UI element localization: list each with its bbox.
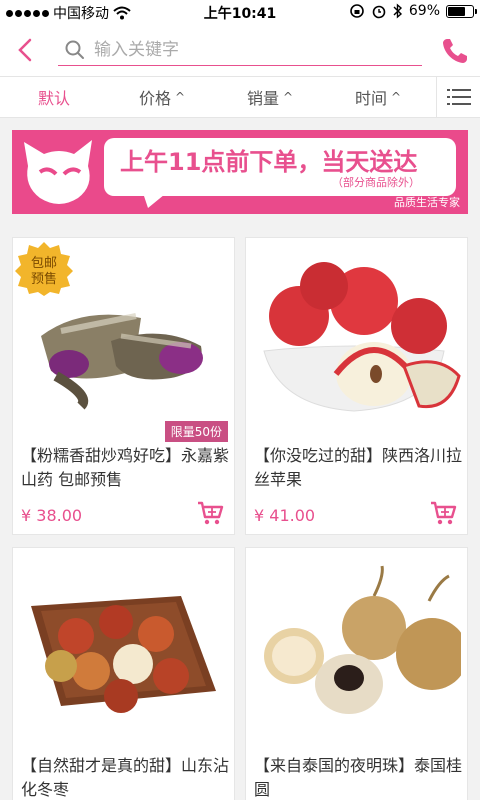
cart-icon[interactable] xyxy=(196,500,224,526)
back-icon[interactable] xyxy=(12,34,42,66)
product-card[interactable]: 【来自泰国的夜明珠】泰国桂圆 xyxy=(245,547,468,800)
sort-tab-time[interactable]: 时间 ^ xyxy=(324,85,432,109)
promo-banner[interactable]: 上午11点前下单，当天送达 （部分商品除外） 品质生活专家 xyxy=(12,130,468,214)
search-icon xyxy=(65,40,84,59)
product-title: 【来自泰国的夜明珠】泰国桂圆 xyxy=(254,756,463,799)
status-bar: 中国移动 上午10:41 69% xyxy=(0,0,480,24)
sort-bar: 默认 价格 ^ 销量 ^ 时间 ^ xyxy=(0,76,480,118)
status-right: 69% xyxy=(349,3,477,19)
alarm-icon xyxy=(372,5,386,19)
banner-subtitle: （部分商品除外） xyxy=(332,176,420,189)
product-title: 【粉糯香甜炒鸡好吃】永嘉紫山药 包邮预售 xyxy=(21,446,230,489)
banner-title: 上午11点前下单，当天送达 xyxy=(120,148,418,176)
product-price: ¥ 38.00 xyxy=(21,506,83,525)
search-input[interactable] xyxy=(94,39,394,60)
rotation-lock-icon xyxy=(350,4,364,18)
badge-line-1: 包邮 xyxy=(31,256,57,271)
sort-tab-sales[interactable]: 销量 ^ xyxy=(216,85,324,109)
signal-icon xyxy=(6,9,49,17)
caret-up-icon: ^ xyxy=(174,90,186,104)
product-card[interactable]: 【你没吃过的甜】陕西洛川拉丝苹果 ¥ 41.00 xyxy=(245,237,468,535)
product-price: ¥ 41.00 xyxy=(254,506,316,525)
header xyxy=(0,24,480,76)
product-image-apples xyxy=(254,246,461,442)
limited-quantity-tag: 限量50份 xyxy=(164,421,228,442)
product-image-longan xyxy=(254,556,461,752)
sort-tab-price[interactable]: 价格 ^ xyxy=(108,85,216,109)
badge-line-2: 预售 xyxy=(31,271,57,287)
caret-up-icon: ^ xyxy=(282,90,294,104)
sort-tab-label: 时间 xyxy=(354,89,387,108)
sort-tab-default[interactable]: 默认 xyxy=(0,85,108,109)
caret-up-icon: ^ xyxy=(390,90,402,104)
bubble-tail xyxy=(142,190,170,208)
sort-tab-label: 默认 xyxy=(37,89,70,108)
presale-badge: 包邮 预售 xyxy=(15,242,73,296)
product-title: 【自然甜才是真的甜】山东沾化冬枣 xyxy=(21,756,230,799)
product-card[interactable]: 【自然甜才是真的甜】山东沾化冬枣 xyxy=(12,547,235,800)
carrier-info: 中国移动 xyxy=(6,3,131,23)
phone-icon[interactable] xyxy=(440,36,470,66)
product-card[interactable]: 限量50份 包邮 预售 【粉糯香甜炒鸡好吃】永嘉紫山药 包邮预售 ¥ 38.00 xyxy=(12,237,235,535)
bluetooth-icon xyxy=(393,3,402,19)
menu-list-icon xyxy=(446,89,471,105)
sort-tab-label: 销量 xyxy=(246,89,279,108)
search-bar[interactable] xyxy=(58,34,422,66)
product-image-winter-jujube xyxy=(21,556,228,752)
product-title: 【你没吃过的甜】陕西洛川拉丝苹果 xyxy=(254,446,463,489)
battery-icon xyxy=(446,4,477,18)
cart-icon[interactable] xyxy=(429,500,457,526)
wifi-icon xyxy=(113,6,131,20)
cat-logo-icon xyxy=(24,140,92,204)
carrier-name: 中国移动 xyxy=(53,6,109,22)
battery-level xyxy=(448,6,465,16)
battery-percent: 69% xyxy=(408,3,440,19)
sort-tab-label: 价格 xyxy=(138,89,171,108)
banner-brand: 品质生活专家 xyxy=(394,196,460,209)
list-view-toggle[interactable] xyxy=(436,77,480,117)
